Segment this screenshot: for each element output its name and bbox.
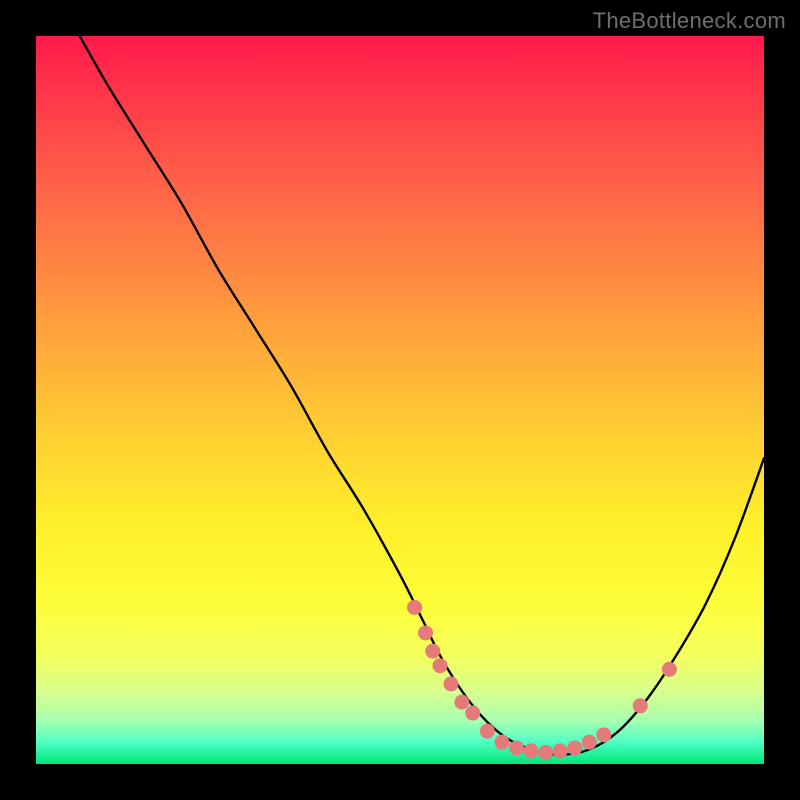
scatter-point — [582, 735, 597, 750]
scatter-point — [524, 743, 539, 758]
scatter-point — [425, 644, 440, 659]
scatter-point — [633, 698, 648, 713]
scatter-point — [465, 706, 480, 721]
scatter-points — [407, 600, 677, 760]
chart-area — [36, 36, 764, 764]
scatter-point — [418, 625, 433, 640]
scatter-point — [567, 740, 582, 755]
scatter-point — [509, 740, 524, 755]
scatter-point — [596, 727, 611, 742]
scatter-point — [494, 735, 509, 750]
scatter-point — [662, 662, 677, 677]
bottleneck-curve — [80, 36, 764, 755]
scatter-point — [433, 658, 448, 673]
scatter-point — [553, 743, 568, 758]
scatter-point — [480, 724, 495, 739]
scatter-point — [407, 600, 422, 615]
chart-svg — [36, 36, 764, 764]
scatter-point — [443, 676, 458, 691]
watermark-text: TheBottleneck.com — [593, 8, 786, 34]
scatter-point — [538, 745, 553, 760]
scatter-point — [454, 695, 469, 710]
